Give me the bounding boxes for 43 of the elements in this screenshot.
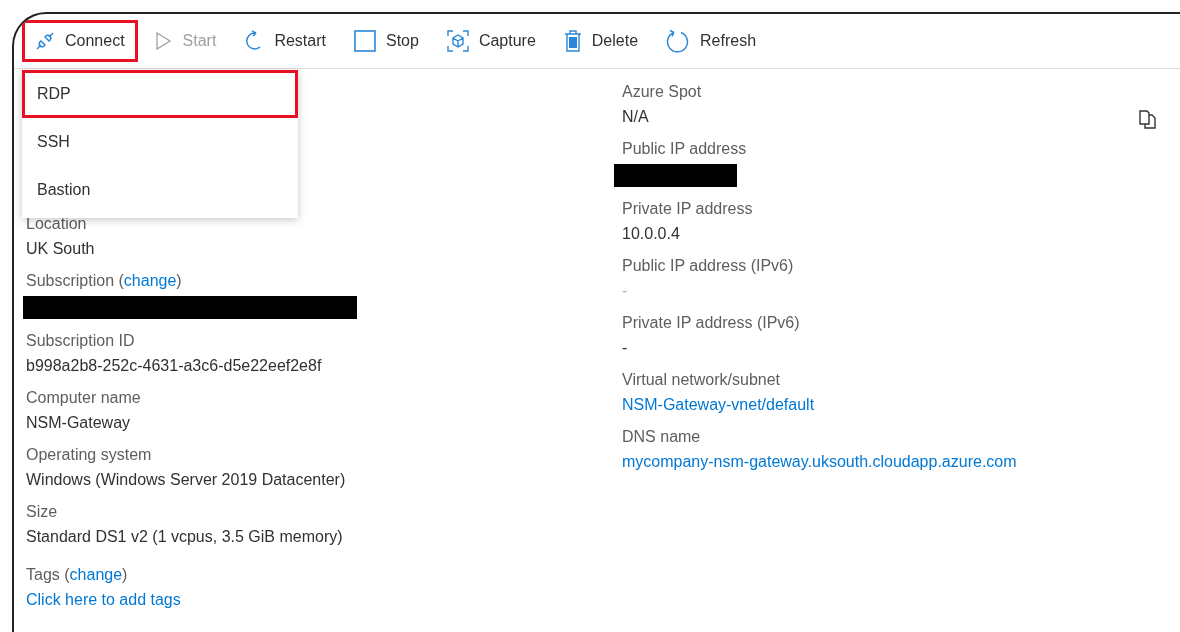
property-value: N/A bbox=[622, 107, 649, 127]
plug-icon bbox=[35, 31, 55, 51]
capture-button[interactable]: Capture bbox=[433, 20, 549, 62]
restart-button[interactable]: Restart bbox=[231, 20, 339, 62]
property-link[interactable]: NSM-Gateway-vnet/default bbox=[622, 395, 815, 415]
menu-item[interactable]: SSH bbox=[22, 118, 298, 166]
square-icon bbox=[353, 30, 376, 52]
menu-item[interactable]: RDP bbox=[22, 70, 298, 118]
property-value: b998a2b8-252c-4631-a3c6-d5e22eef2e8f bbox=[26, 356, 322, 376]
copy-icon[interactable] bbox=[1138, 109, 1158, 129]
property-label: Private IP address bbox=[622, 199, 754, 219]
stop-button[interactable]: Stop bbox=[340, 20, 432, 62]
property-value: Standard DS1 v2 (1 vcpus, 3.5 GiB memory) bbox=[26, 527, 343, 547]
property-value: 10.0.0.4 bbox=[622, 224, 680, 244]
property-label: Virtual network/subnet bbox=[622, 370, 781, 390]
delete-button[interactable]: Delete bbox=[550, 20, 652, 62]
property-label: Computer name bbox=[26, 388, 142, 408]
property-value: Windows (Windows Server 2019 Datacenter) bbox=[26, 470, 346, 490]
property-value: - bbox=[622, 281, 628, 301]
change-link[interactable]: change bbox=[69, 566, 123, 583]
change-link[interactable]: change bbox=[123, 272, 177, 289]
property-link[interactable]: mycompany-nsm-gateway.uksouth.cloudapp.azure.com bbox=[622, 452, 1017, 472]
property-label: DNS name bbox=[622, 427, 702, 447]
property-label: Public IP address (IPv6) bbox=[622, 256, 795, 276]
property-value: UK South bbox=[26, 239, 95, 259]
connect-button[interactable]: Connect bbox=[22, 20, 138, 62]
property-value: NSM-Gateway bbox=[26, 413, 131, 433]
trash-icon bbox=[563, 30, 582, 52]
property-label: Size bbox=[26, 502, 59, 522]
property-label: Operating system bbox=[26, 445, 153, 465]
cube-icon bbox=[446, 30, 469, 52]
refresh-icon bbox=[666, 29, 691, 53]
property-label: Tags (change) bbox=[26, 565, 129, 585]
property-label: Location bbox=[26, 214, 88, 234]
property-label: Subscription ID bbox=[26, 331, 136, 351]
property-label: Private IP address (IPv6) bbox=[622, 313, 801, 333]
refresh-button[interactable]: Refresh bbox=[653, 20, 770, 62]
property-label: Azure Spot bbox=[622, 82, 703, 102]
property-label: Subscription (change) bbox=[26, 271, 183, 291]
property-value: - bbox=[622, 338, 628, 358]
add-tags-link[interactable]: Click here to add tags bbox=[26, 590, 181, 610]
property-label: Public IP address bbox=[622, 139, 748, 159]
menu-item[interactable]: Bastion bbox=[22, 166, 298, 214]
